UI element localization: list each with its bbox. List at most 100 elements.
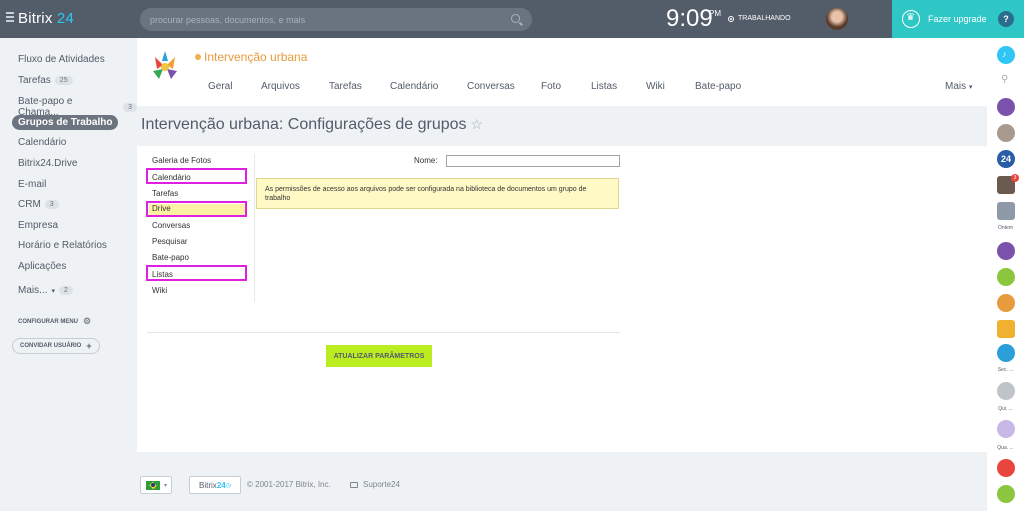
sidebar-item-company[interactable]: Empresa <box>18 220 58 231</box>
date-label: Ontem <box>997 225 1013 231</box>
sidebar-item-tasks[interactable]: Tarefas 25 <box>18 75 73 86</box>
sidebar-item-label: Horário e Relatórios <box>18 240 107 251</box>
sidebar-item-label: CRM <box>18 199 41 210</box>
contact-avatar[interactable] <box>997 420 1015 438</box>
invite-user-button[interactable]: CONVIDAR USUÁRIO + <box>12 338 100 354</box>
language-selector[interactable]: ▾ <box>140 476 172 494</box>
phone-icon[interactable] <box>997 485 1015 503</box>
settings-item-conversations[interactable]: Conversas <box>152 221 190 230</box>
settings-item-search[interactable]: Pesquisar <box>152 237 188 246</box>
video-call-icon[interactable] <box>997 242 1015 260</box>
crown-icon <box>902 10 920 28</box>
upgrade-button[interactable]: Fazer upgrade <box>892 0 988 38</box>
work-status[interactable]: TRABALHANDO <box>728 15 791 22</box>
upgrade-label: Fazer upgrade <box>928 14 987 24</box>
tab-lists[interactable]: Listas <box>591 81 617 92</box>
sidebar-item-workgroups[interactable]: Grupos de Trabalho <box>12 115 119 130</box>
search-input[interactable] <box>140 8 500 31</box>
lock-icon[interactable] <box>997 344 1015 362</box>
footer-logo-accent: 24 <box>216 480 226 490</box>
sidebar-item-calendar[interactable]: Calendário <box>18 137 66 148</box>
name-field[interactable] <box>446 155 620 167</box>
footer-logo-main: Bitrix <box>199 480 217 490</box>
search-icon[interactable] <box>511 14 520 23</box>
clock-icon: ◷ <box>225 482 231 489</box>
highlight-lists <box>146 265 247 281</box>
contact-avatar[interactable] <box>997 382 1015 400</box>
chat-icon <box>350 481 358 488</box>
avatar[interactable] <box>826 8 848 30</box>
tab-general[interactable]: Geral <box>208 81 232 92</box>
group-logo-icon[interactable] <box>147 47 183 83</box>
tab-conversations[interactable]: Conversas <box>467 81 515 92</box>
sidebar-item-label: Aplicações <box>18 261 67 272</box>
sidebar-item-label: Calendário <box>18 137 67 148</box>
date-label: Qua. ... <box>997 445 1014 451</box>
tab-wiki[interactable]: Wiki <box>646 81 665 92</box>
open-line-icon[interactable] <box>997 320 1015 338</box>
unread-badge: 3 <box>1011 174 1019 182</box>
tab-photo[interactable]: Foto <box>541 81 561 92</box>
sidebar-item-email[interactable]: E-mail <box>18 179 46 190</box>
crm-contact-icon[interactable] <box>997 202 1015 220</box>
tab-tasks[interactable]: Tarefas <box>329 81 362 92</box>
user-contact-icon[interactable] <box>997 98 1015 116</box>
sidebar-item-time-reports[interactable]: Horário e Relatórios <box>18 240 107 251</box>
tab-more[interactable]: Mais ▾ <box>945 81 972 92</box>
bitrix24-chat-icon[interactable]: 24 <box>997 150 1015 168</box>
sidebar-item-activity-stream[interactable]: Fluxo de Atividades <box>18 54 105 65</box>
card-divider <box>147 332 620 333</box>
configure-menu-button[interactable]: CONFIGURAR MENU ⚙ <box>18 316 91 327</box>
update-parameters-button[interactable]: ATUALIZAR PARÂMETROS <box>326 345 432 367</box>
chevron-down-icon: ▾ <box>164 482 168 489</box>
configure-menu-label: CONFIGURAR MENU <box>18 318 78 325</box>
settings-item-wiki[interactable]: Wiki <box>152 286 167 295</box>
page-title: Intervenção urbana: Configurações de gru… <box>141 116 483 134</box>
sidebar-item-apps[interactable]: Aplicações <box>18 261 66 272</box>
left-sidebar: Fluxo de Atividades Tarefas 25 Bate-papo… <box>0 38 137 511</box>
search-icon[interactable]: ⚲ <box>997 72 1015 90</box>
help-icon: ? <box>998 11 1014 27</box>
sidebar-item-drive[interactable]: Bitrix24.Drive <box>18 158 77 169</box>
lock-icon[interactable] <box>997 268 1015 286</box>
date-label: Sec. ... <box>997 367 1014 373</box>
group-title[interactable]: Intervenção urbana <box>195 50 307 64</box>
lock-icon[interactable] <box>997 459 1015 477</box>
gear-icon: ⚙ <box>83 316 92 326</box>
settings-item-tasks[interactable]: Tarefas <box>152 189 178 198</box>
group-chat-icon[interactable] <box>997 294 1015 312</box>
date-label: Qui. ... <box>998 406 1013 412</box>
tab-files[interactable]: Arquivos <box>261 81 300 92</box>
menu-icon[interactable] <box>6 12 14 22</box>
support-label: Suporte24 <box>363 480 400 489</box>
plus-icon: + <box>86 341 92 351</box>
bitrix-logo[interactable]: Bitrix 24 <box>18 10 74 27</box>
sidebar-item-more[interactable]: Mais... ▾ 2 <box>18 285 73 296</box>
settings-item-photo-gallery[interactable]: Galeria de Fotos <box>152 156 211 165</box>
help-button[interactable]: ? <box>988 0 1024 38</box>
clock-time[interactable]: 9:09 <box>666 5 713 33</box>
contact-avatar[interactable] <box>997 124 1015 142</box>
sidebar-item-label: Mais... <box>18 285 48 296</box>
notifications-icon[interactable]: ♪ <box>997 46 1015 64</box>
status-icon <box>728 15 734 22</box>
chevron-down-icon: ▾ <box>51 287 55 295</box>
sidebar-item-label: Bitrix24.Drive <box>18 158 78 169</box>
star-icon[interactable]: ☆ <box>471 116 484 132</box>
right-messenger-bar: ♪ ⚲ 24 3 Ontem Sec. ... Qui. ... Qua. ..… <box>987 38 1024 511</box>
search-box[interactable] <box>140 8 532 31</box>
chevron-down-icon: ▾ <box>968 84 973 91</box>
sidebar-item-crm[interactable]: CRM 3 <box>18 199 59 210</box>
count-badge: 3 <box>44 200 59 209</box>
highlight-calendar <box>146 168 247 184</box>
clock-suffix: PM <box>709 9 721 18</box>
settings-card: Galeria de Fotos Calendário Tarefas Driv… <box>137 146 987 452</box>
tab-calendar[interactable]: Calendário <box>390 81 438 92</box>
sidebar-item-label: Fluxo de Atividades <box>18 54 105 65</box>
footer-logo[interactable]: Bitrix 24 ◷ <box>189 476 241 494</box>
support-link[interactable]: Suporte24 <box>350 480 400 489</box>
name-label: Nome: <box>414 156 438 165</box>
settings-item-chat[interactable]: Bate-papo <box>152 253 189 262</box>
tab-chat[interactable]: Bate-papo <box>695 81 741 92</box>
top-header: Bitrix 24 9:09 PM TRABALHANDO Fazer upgr… <box>0 0 1024 38</box>
